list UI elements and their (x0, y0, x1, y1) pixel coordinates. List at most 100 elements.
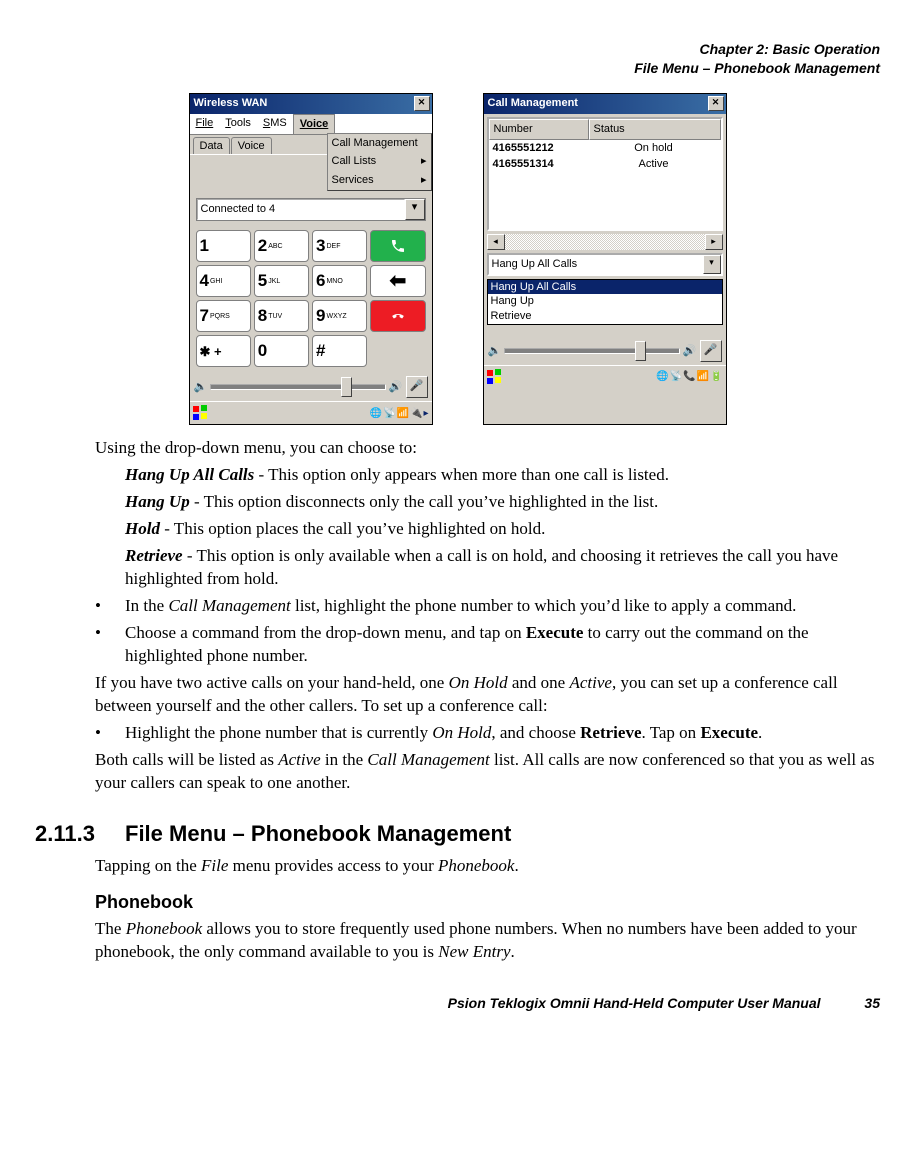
key-4[interactable]: 4GHI (196, 265, 251, 297)
tray-arrow-icon[interactable]: ▸ (423, 407, 428, 421)
menu-call-management[interactable]: Call Management (328, 134, 431, 153)
close-icon[interactable]: ✕ (414, 96, 430, 111)
keypad: 1 2ABC 3DEF 4GHI 5JKL 6MNO ⬅ 7PQRS 8TUV … (190, 227, 432, 373)
key-5[interactable]: 5JKL (254, 265, 309, 297)
chevron-down-icon[interactable]: ▾ (703, 255, 721, 274)
combo-value: Hang Up All Calls (489, 255, 703, 274)
cell-number: 4165551314 (489, 156, 587, 173)
arrow-left-icon: ⬅ (389, 268, 406, 295)
taskbar: 🌐 📡 📞 📶 🔋 (484, 365, 726, 388)
page-number: 35 (864, 995, 880, 1011)
tray-icon[interactable]: 🌐 (656, 370, 668, 384)
menu-file[interactable]: File (190, 114, 220, 134)
combo-option[interactable]: Hang Up All Calls (488, 280, 722, 295)
tray-icon[interactable]: 📶 (697, 370, 709, 384)
key-1[interactable]: 1 (196, 230, 251, 262)
speaker-loud-icon: 🔊 (389, 380, 403, 395)
tray-icon[interactable]: 📶 (397, 407, 409, 421)
key-hash[interactable]: # (312, 335, 367, 367)
table-row[interactable]: 4165551212 On hold (489, 140, 721, 157)
bullet-icon: • (95, 622, 125, 668)
figure-row: Wireless WAN ✕ File Tools SMS Voice Call… (35, 93, 880, 426)
close-icon[interactable]: ✕ (708, 96, 724, 111)
menu-sms[interactable]: SMS (257, 114, 293, 134)
scroll-left-icon[interactable]: ◂ (487, 234, 505, 250)
section-heading: 2.11.3 File Menu – Phonebook Management (35, 819, 880, 849)
scroll-right-icon[interactable]: ▸ (705, 234, 723, 250)
body-text: Using the drop-down menu, you can choose… (95, 437, 880, 964)
key-7[interactable]: 7PQRS (196, 300, 251, 332)
tray-icon[interactable]: 📞 (683, 370, 695, 384)
combo-option[interactable]: Retrieve (488, 309, 722, 324)
grid-header: Number Status (489, 119, 721, 140)
col-number[interactable]: Number (489, 119, 589, 140)
footer-text: Psion Teklogix Omnii Hand-Held Computer … (448, 995, 821, 1011)
windows-flag-icon[interactable] (487, 369, 503, 385)
menu-services[interactable]: Services▸ (328, 171, 431, 190)
key-2[interactable]: 2ABC (254, 230, 309, 262)
para-conference: If you have two active calls on your han… (95, 672, 880, 718)
tray-icon[interactable]: 📡 (383, 407, 395, 421)
action-combo[interactable]: Hang Up All Calls ▾ (487, 253, 723, 276)
option-hold: Hold - This option places the call you’v… (125, 518, 880, 541)
windows-flag-icon[interactable] (193, 405, 209, 421)
header-chapter: Chapter 2: Basic Operation (35, 40, 880, 59)
window-title: Wireless WAN (194, 96, 268, 111)
call-list: Number Status 4165551212 On hold 4165551… (487, 117, 723, 231)
cell-number: 4165551212 (489, 140, 587, 157)
menubar: File Tools SMS Voice (190, 114, 432, 135)
section-number: 2.11.3 (35, 819, 105, 849)
window-title: Call Management (488, 96, 578, 111)
tray-icon[interactable]: 🔋 (710, 370, 722, 384)
header-section: File Menu – Phonebook Management (35, 59, 880, 78)
speaker-loud-icon: 🔊 (683, 344, 697, 359)
speaker-mute-icon: 🔈 (194, 380, 208, 395)
tray-icon[interactable]: 📡 (670, 370, 682, 384)
bullet-item: • Highlight the phone number that is cur… (95, 722, 880, 745)
tab-voice[interactable]: Voice (231, 137, 272, 155)
speaker-mute-icon: 🔈 (488, 344, 502, 359)
key-hangup[interactable] (370, 300, 425, 332)
mic-button[interactable]: 🎤 (700, 340, 722, 362)
key-star[interactable]: ✱ + (196, 335, 251, 367)
page-header: Chapter 2: Basic Operation File Menu – P… (35, 40, 880, 78)
tray-icon[interactable]: 🌐 (370, 407, 382, 421)
bullet-icon: • (95, 595, 125, 618)
system-tray: 🌐 📡 📞 📶 🔋 (656, 370, 722, 384)
menu-tools[interactable]: Tools (219, 114, 257, 134)
taskbar: 🌐 📡 📶 🔌 ▸ (190, 401, 432, 424)
status-button[interactable]: ▾ (405, 199, 425, 220)
volume-row: 🔈 🔊 🎤 (190, 373, 432, 401)
key-3[interactable]: 3DEF (312, 230, 367, 262)
page-footer: Psion Teklogix Omnii Hand-Held Computer … (35, 994, 880, 1013)
key-call[interactable] (370, 230, 425, 262)
bullet-item: • In the Call Management list, highlight… (95, 595, 880, 618)
combo-dropdown: Hang Up All Calls Hang Up Retrieve (487, 279, 723, 326)
option-hang-up-all: Hang Up All Calls - This option only app… (125, 464, 880, 487)
tab-data[interactable]: Data (193, 137, 230, 155)
section-title: File Menu – Phonebook Management (125, 819, 511, 849)
titlebar: Wireless WAN ✕ (190, 94, 432, 114)
bullet-item: • Choose a command from the drop-down me… (95, 622, 880, 668)
combo-option[interactable]: Hang Up (488, 294, 722, 309)
tray-icon[interactable]: 🔌 (410, 407, 422, 421)
menu-voice[interactable]: Voice (293, 114, 336, 134)
system-tray: 🌐 📡 📶 🔌 ▸ (370, 407, 429, 421)
horizontal-scrollbar[interactable]: ◂ ▸ (487, 234, 723, 250)
key-8[interactable]: 8TUV (254, 300, 309, 332)
volume-slider[interactable] (504, 348, 680, 354)
menu-call-lists[interactable]: Call Lists▸ (328, 152, 431, 171)
key-0[interactable]: 0 (254, 335, 309, 367)
key-9[interactable]: 9WXYZ (312, 300, 367, 332)
hangup-icon (390, 308, 406, 324)
phonebook-para: The Phonebook allows you to store freque… (95, 918, 880, 964)
table-row[interactable]: 4165551314 Active (489, 156, 721, 173)
volume-slider[interactable] (210, 384, 386, 390)
col-status[interactable]: Status (589, 119, 721, 140)
subheading-phonebook: Phonebook (95, 890, 880, 914)
key-6[interactable]: 6MNO (312, 265, 367, 297)
mic-button[interactable]: 🎤 (406, 376, 428, 398)
key-backspace[interactable]: ⬅ (370, 265, 425, 297)
call-management-window: Call Management ✕ Number Status 41655512… (483, 93, 727, 426)
phone-icon (390, 238, 406, 254)
